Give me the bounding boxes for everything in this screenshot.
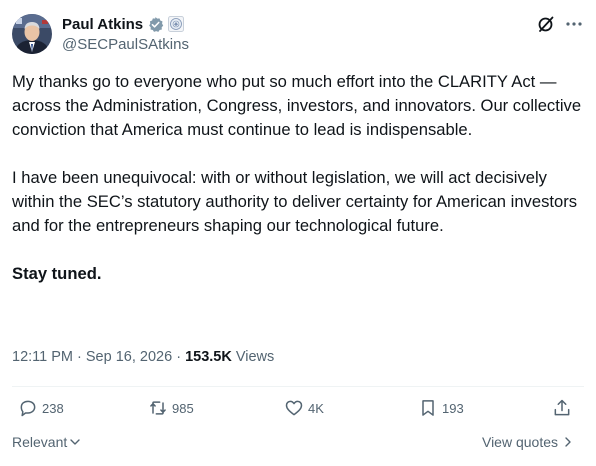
grok-icon[interactable]	[536, 14, 556, 34]
sort-replies-dropdown[interactable]: Relevant	[12, 434, 81, 450]
views-count[interactable]: 153.5K	[185, 349, 232, 365]
repost-count: 985	[172, 400, 194, 416]
reply-count: 238	[42, 400, 64, 416]
view-quotes-label: View quotes	[481, 434, 558, 450]
bookmark-button[interactable]: 193	[418, 398, 464, 418]
view-quotes-link[interactable]: View quotes	[482, 434, 574, 450]
tweet-header: Paul Atkins @SECPaulSAtkins	[12, 12, 584, 56]
more-options-icon[interactable]	[564, 14, 584, 34]
chevron-down-icon	[70, 439, 80, 445]
tweet-closing: Stay tuned.	[12, 264, 102, 283]
verified-badge-icon	[149, 16, 164, 32]
like-button[interactable]: 4K	[284, 398, 324, 418]
bookmark-icon	[422, 400, 434, 416]
bookmark-count: 193	[442, 400, 464, 416]
government-seal-icon	[168, 16, 185, 32]
reply-icon	[20, 400, 36, 417]
author-name[interactable]: Paul Atkins	[62, 16, 143, 33]
tweet-meta: 12:11 PM · Sep 16, 2026 · 153.5K Views	[12, 349, 274, 365]
reply-button[interactable]: 238	[18, 398, 64, 418]
tweet-paragraph: My thanks go to everyone who put so much…	[12, 72, 586, 139]
tweet-text: My thanks go to everyone who put so much…	[12, 70, 584, 310]
chevron-right-icon	[565, 437, 571, 447]
share-button[interactable]	[552, 398, 572, 418]
avatar[interactable]	[12, 14, 52, 54]
heart-icon	[285, 400, 303, 416]
repost-icon	[150, 401, 166, 415]
author-name-row: Paul Atkins	[62, 14, 185, 34]
share-icon	[554, 399, 570, 416]
meta-separator: ·	[73, 349, 86, 365]
views-label: Views	[231, 349, 275, 365]
divider	[12, 386, 584, 387]
tweet-time[interactable]: 12:11 PM	[12, 349, 73, 365]
sort-label: Relevant	[12, 434, 68, 450]
repost-button[interactable]: 985	[148, 398, 194, 418]
meta-separator: ·	[172, 349, 186, 365]
like-count: 4K	[308, 400, 324, 416]
tweet-date[interactable]: Sep 16, 2026	[86, 349, 172, 365]
author-handle[interactable]: @SECPaulSAtkins	[62, 36, 189, 53]
action-bar: 238 985 4K 193	[12, 398, 584, 424]
tweet-paragraph: I have been unequivocal: with or without…	[12, 168, 582, 235]
